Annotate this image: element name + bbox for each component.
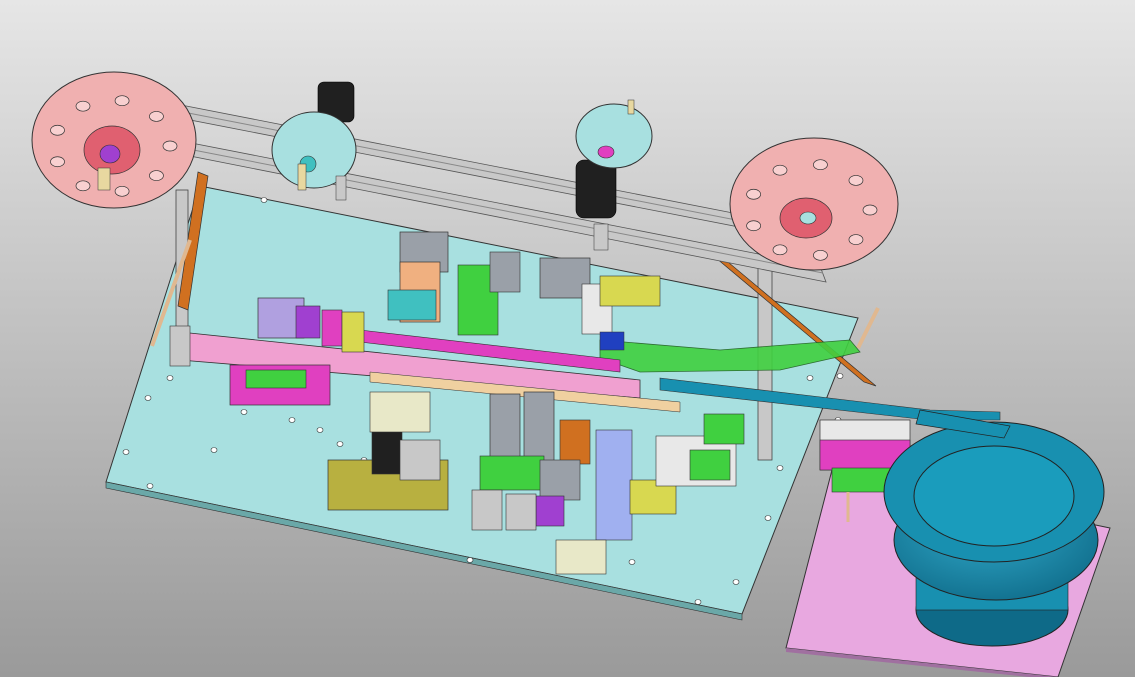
- reel-hole: [149, 170, 164, 181]
- reel-hole: [813, 159, 828, 171]
- base-hole: [210, 447, 218, 453]
- reel-hole: [746, 188, 761, 200]
- reel-hole: [75, 100, 91, 112]
- base-hole: [316, 427, 324, 433]
- base-hole: [732, 579, 740, 585]
- reel-hole: [746, 220, 761, 232]
- base-hole: [764, 515, 772, 521]
- cad-viewport[interactable]: [0, 0, 1135, 677]
- base-hole: [836, 373, 844, 379]
- base-hole: [776, 465, 784, 471]
- base-hole: [144, 395, 152, 401]
- base-hole: [466, 557, 474, 563]
- reel-hole: [114, 185, 130, 197]
- reel-hole: [848, 175, 864, 186]
- reel-hole: [772, 244, 788, 256]
- base-hole: [694, 599, 702, 605]
- base-hole: [166, 375, 174, 381]
- base-hole: [122, 449, 130, 455]
- base-hole: [288, 417, 296, 423]
- cad-assembly-model: [0, 0, 1135, 677]
- base-hole: [260, 197, 268, 203]
- reel-hole: [848, 234, 864, 245]
- reel-hole: [75, 180, 91, 192]
- base-hole: [336, 441, 344, 447]
- reel-hole: [114, 95, 130, 107]
- reel-hole: [162, 140, 178, 152]
- reel-right: [729, 137, 899, 271]
- base-hole: [628, 559, 636, 565]
- reel-hole: [772, 164, 788, 176]
- reel-left: [31, 71, 197, 209]
- reel-hole: [50, 156, 65, 168]
- reel-hole: [149, 111, 164, 122]
- base-hole: [146, 483, 154, 489]
- reel-hole: [862, 204, 878, 216]
- base-hole: [240, 409, 248, 415]
- reel-hole: [813, 249, 828, 261]
- reel-hole: [50, 124, 65, 136]
- base-hole: [806, 375, 814, 381]
